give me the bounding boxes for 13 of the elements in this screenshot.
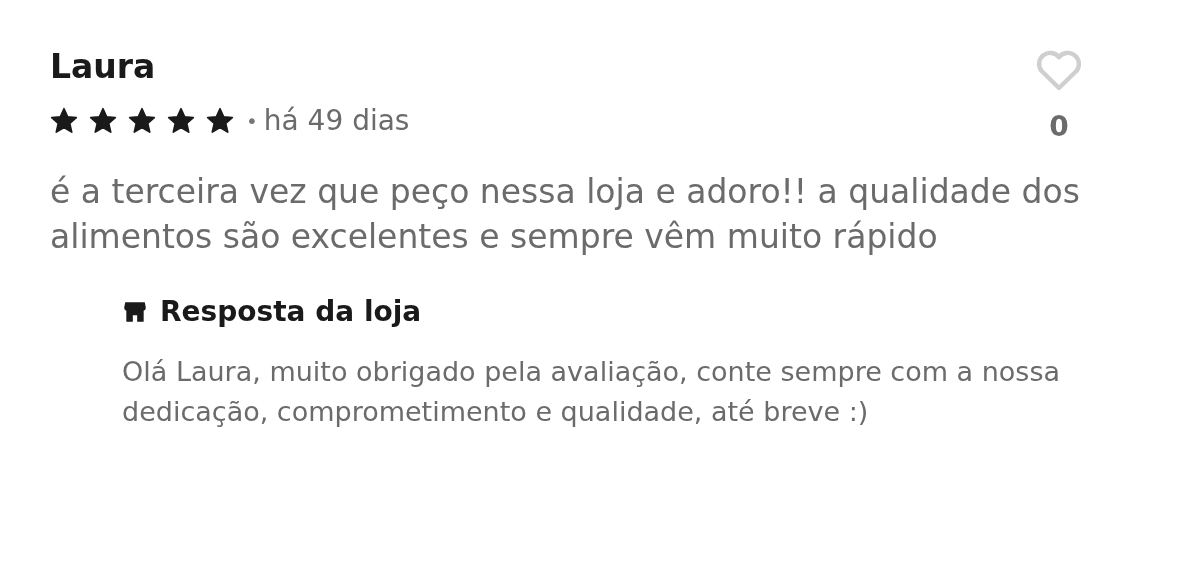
star-icon <box>89 106 117 135</box>
star-icon <box>128 106 156 135</box>
reply-title: Resposta da loja <box>160 295 422 328</box>
like-count: 0 <box>1049 110 1069 143</box>
star-icon <box>167 106 195 135</box>
star-icon <box>50 106 78 135</box>
star-icon <box>206 106 234 135</box>
review-date: há 49 dias <box>263 104 410 137</box>
review-text: é a terceira vez que peço nessa loja e adoro!! a qualidade dos alimentos são excelentes e sempre vêm muito rápido <box>50 171 1081 258</box>
separator-dot: • <box>246 108 258 133</box>
reply-text: Olá Laura, muito obrigado pela avaliação, conte sempre com a nossa dedicação, comprometimento e qualidade, até breve :) <box>122 355 1061 429</box>
heart-icon[interactable] <box>1035 48 1083 92</box>
author-name: Laura <box>50 46 157 88</box>
